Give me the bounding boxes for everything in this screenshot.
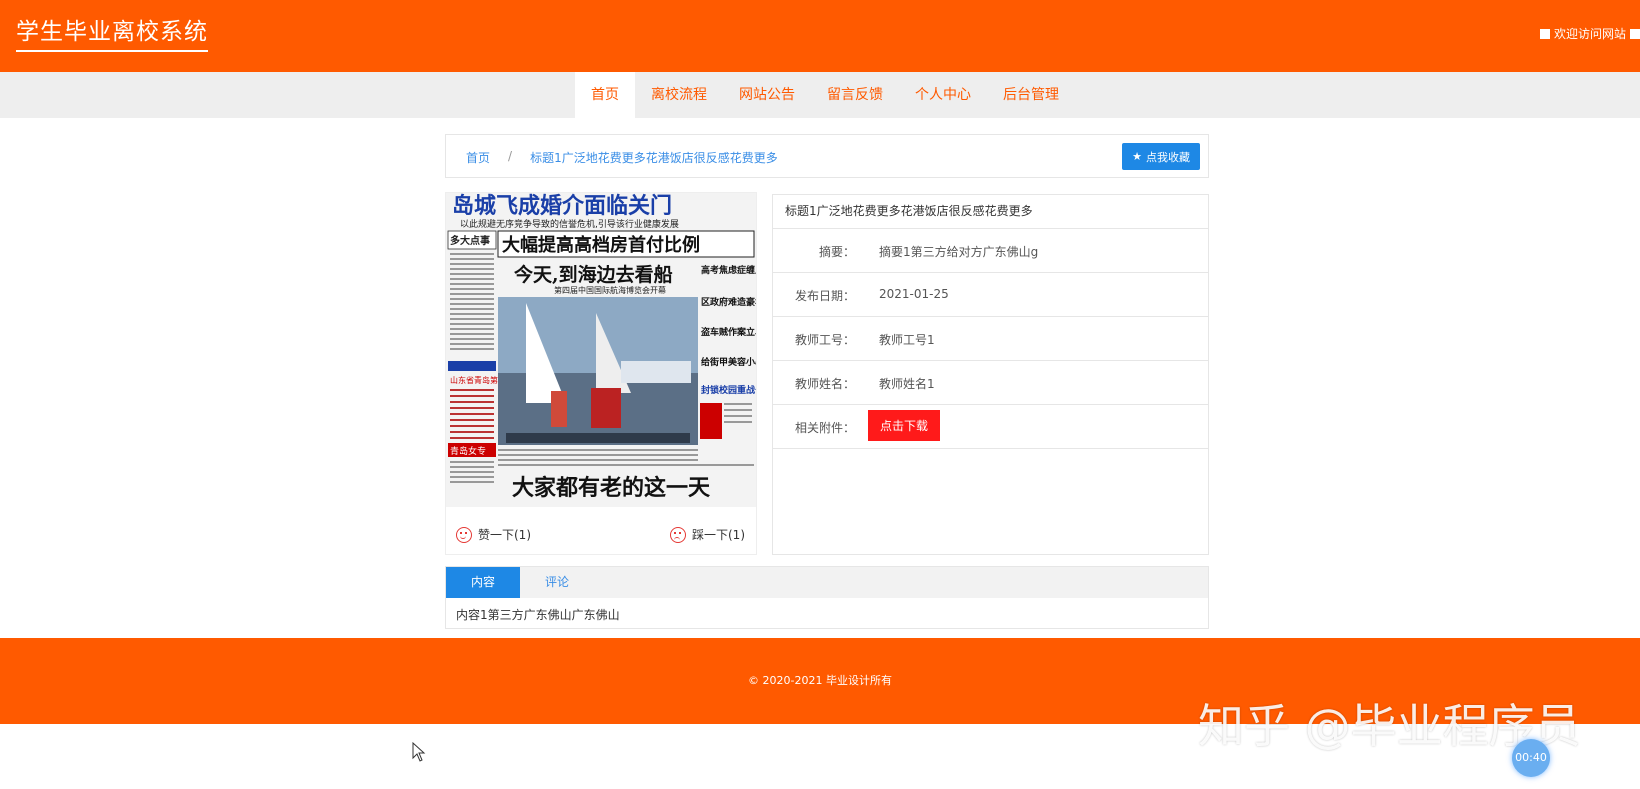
site-header: 学生毕业离校系统 欢迎访问网站 — [0, 0, 1640, 72]
mouse-cursor-icon — [412, 742, 426, 762]
nav-item-admin[interactable]: 后台管理 — [987, 72, 1075, 118]
np-headline-bottom: 大家都有老的这一天 — [512, 475, 711, 501]
nav-items: 首页 离校流程 网站公告 留言反馈 个人中心 后台管理 — [575, 72, 1075, 118]
like-button[interactable]: 赞一下(1) — [456, 526, 531, 543]
like-label: 赞一下(1) — [478, 528, 531, 542]
welcome-text: 欢迎访问网站 — [1553, 27, 1626, 41]
breadcrumb-separator: / — [508, 149, 513, 163]
nav-item-feedback[interactable]: 留言反馈 — [811, 72, 899, 118]
favorite-button[interactable]: ★ 点我收藏 — [1122, 143, 1200, 170]
detail-row-date: 发布日期： 2021-01-25 — [773, 273, 1208, 317]
detail-label: 摘要： — [818, 245, 855, 259]
np-left-college: 青岛女专 — [450, 445, 486, 457]
square-icon — [1630, 28, 1640, 39]
star-icon: ★ — [1132, 151, 1142, 163]
tab-comments[interactable]: 评论 — [520, 567, 594, 598]
detail-value: 教师工号1 — [879, 333, 935, 347]
np-section: 多大点事 — [450, 234, 490, 247]
tab-bar: 内容 评论 — [446, 567, 1208, 598]
detail-row-attachment: 相关附件： 点击下载 — [773, 405, 1208, 449]
detail-row-teacher-name: 教师姓名： 教师姓名1 — [773, 361, 1208, 405]
download-button[interactable]: 点击下载 — [868, 410, 941, 441]
tab-content-body: 内容1第三方广东佛山广东佛山 — [456, 608, 620, 622]
dislike-label: 踩一下(1) — [692, 528, 745, 542]
detail-value: 2021-01-25 — [879, 287, 949, 301]
np-subline-top: 以此规避无序竞争导致的信誉危机,引导该行业健康发展 — [460, 218, 679, 230]
np-headline-main: 大幅提高高档房首付比例 — [502, 234, 700, 256]
detail-row-summary: 摘要： 摘要1第三方给对方广东佛山g — [773, 229, 1208, 273]
welcome-banner: 欢迎访问网站 — [1539, 25, 1640, 42]
detail-label: 相关附件： — [794, 421, 855, 435]
favorite-button-label: 点我收藏 — [1146, 151, 1190, 164]
np-right-4: 给街甲美容小心长病 — [701, 356, 756, 368]
breadcrumb-home[interactable]: 首页 — [466, 149, 490, 166]
np-photo-title: 今天,到海边去看船 — [513, 263, 673, 286]
nav-item-personal-center[interactable]: 个人中心 — [899, 72, 987, 118]
detail-row-teacher-id: 教师工号： 教师工号1 — [773, 317, 1208, 361]
square-icon — [1539, 28, 1550, 39]
newspaper-cover-image: 岛城飞成婚介面临关门 以此规避无序竞争导致的信誉危机,引导该行业健康发展 多大点… — [446, 193, 756, 507]
breadcrumb: 首页 / 标题1广泛地花费更多花港饭店很反感花费更多 — [466, 149, 778, 166]
copyright: © 2020-2021 毕业设计所有 — [748, 674, 892, 687]
detail-label: 发布日期： — [794, 289, 855, 303]
newspaper-graphic: 岛城飞成婚介面临关门 以此规避无序竞争导致的信誉危机,引导该行业健康发展 多大点… — [446, 193, 756, 507]
breadcrumb-bar: 首页 / 标题1广泛地花费更多花港饭店很反感花费更多 ★ 点我收藏 — [445, 134, 1209, 178]
vote-row: 赞一下(1) 踩一下(1) — [446, 516, 756, 554]
dislike-button[interactable]: 踩一下(1) — [670, 526, 745, 543]
main-nav: 首页 离校流程 网站公告 留言反馈 个人中心 后台管理 — [0, 72, 1640, 118]
recording-timer[interactable]: 00:40 — [1512, 739, 1550, 777]
detail-label: 教师姓名： — [794, 377, 855, 391]
detail-value: 摘要1第三方给对方广东佛山g — [879, 245, 1039, 259]
detail-title: 标题1广泛地花费更多花港饭店很反感花费更多 — [773, 195, 1208, 229]
nav-item-home[interactable]: 首页 — [575, 72, 635, 118]
np-right-3: 盗车贼作案立马落网 — [701, 326, 756, 338]
smile-icon — [456, 526, 472, 543]
content-tabs: 内容 评论 内容1第三方广东佛山广东佛山 — [445, 566, 1209, 629]
np-photo-subtitle: 第四届中国国际航海博览会开幕 — [554, 285, 666, 295]
nav-item-process[interactable]: 离校流程 — [635, 72, 723, 118]
breadcrumb-current[interactable]: 标题1广泛地花费更多花港饭店很反感花费更多 — [530, 149, 778, 166]
cover-panel: 岛城飞成婚介面临关门 以此规避无序竞争导致的信誉危机,引导该行业健康发展 多大点… — [445, 192, 757, 555]
tab-content[interactable]: 内容 — [446, 567, 520, 598]
detail-value: 教师姓名1 — [879, 377, 935, 391]
np-right-1: 高考焦虑症缠上家长 — [701, 264, 756, 276]
np-headline-top: 岛城飞成婚介面临关门 — [452, 193, 672, 219]
site-title[interactable]: 学生毕业离校系统 — [16, 16, 208, 52]
detail-panel: 标题1广泛地花费更多花港饭店很反感花费更多 摘要： 摘要1第三方给对方广东佛山g… — [772, 194, 1209, 555]
np-right-5: 封锁校园重战号角 — [701, 384, 756, 396]
np-right-2: 区政府难造豪华大楼 — [701, 296, 756, 308]
frown-icon — [670, 526, 686, 543]
detail-label: 教师工号： — [794, 333, 855, 347]
nav-item-announcements[interactable]: 网站公告 — [723, 72, 811, 118]
